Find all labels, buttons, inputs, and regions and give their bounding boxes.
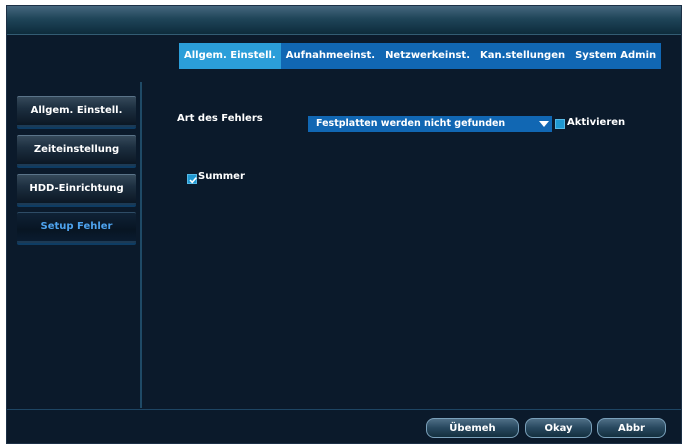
- sidebar-divider: [140, 82, 142, 408]
- settings-window: Allgem. Einstell. Aufnahmeeinst. Netzwer…: [6, 5, 682, 444]
- ok-button[interactable]: Okay: [525, 418, 592, 438]
- apply-button[interactable]: Übemeh: [426, 418, 519, 438]
- sidebar: Allgem. Einstell. Zeiteinstellung HDD-Ei…: [7, 76, 140, 406]
- error-type-select[interactable]: Festplatten werden nicht gefunden: [308, 116, 552, 132]
- activate-checkbox[interactable]: [555, 119, 565, 129]
- tab-system-admin[interactable]: System Admin: [570, 43, 661, 69]
- activate-label: Aktivieren: [567, 117, 626, 128]
- sidebar-item-time-settings[interactable]: Zeiteinstellung: [17, 135, 136, 166]
- tab-channel-settings[interactable]: Kan.stellungen: [475, 43, 570, 69]
- sidebar-item-general-settings[interactable]: Allgem. Einstell.: [17, 96, 136, 127]
- buzzer-label: Summer: [198, 171, 245, 182]
- title-bar: [7, 6, 681, 35]
- error-type-label: Art des Fehlers: [177, 113, 263, 124]
- sidebar-item-error-setup[interactable]: Setup Fehler: [17, 212, 136, 243]
- checkmark-icon: [189, 177, 197, 184]
- sidebar-item-hdd-setup[interactable]: HDD-Einrichtung: [17, 174, 136, 205]
- tab-recording-settings[interactable]: Aufnahmeeinst.: [281, 43, 380, 69]
- tab-general-settings[interactable]: Allgem. Einstell.: [179, 43, 281, 69]
- error-type-value: Festplatten werden nicht gefunden: [316, 118, 506, 129]
- cancel-button[interactable]: Abbr: [597, 418, 666, 438]
- tab-bar: Allgem. Einstell. Aufnahmeeinst. Netzwer…: [179, 43, 662, 69]
- tab-network-settings[interactable]: Netzwerkeinst.: [380, 43, 475, 69]
- chevron-down-icon[interactable]: [539, 121, 549, 127]
- buzzer-checkbox[interactable]: [187, 174, 197, 184]
- footer-divider: [7, 409, 681, 410]
